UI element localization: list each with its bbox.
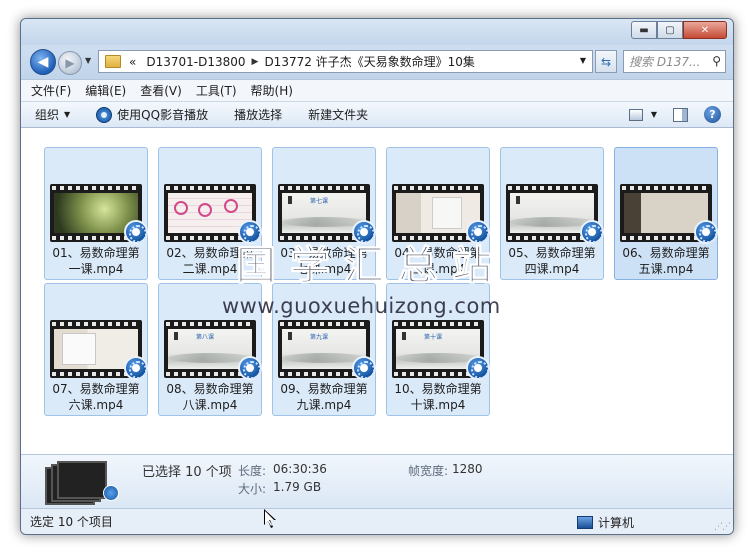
qq-video-badge-icon (124, 220, 148, 244)
menu-tools[interactable]: 工具(T) (196, 82, 237, 99)
play-selection-label: 播放选择 (234, 108, 283, 122)
title-bar[interactable]: ▬ ▢ ✕ (21, 19, 733, 45)
change-view-button[interactable]: ▼ (628, 108, 657, 121)
view-icon (628, 108, 643, 121)
refresh-button[interactable]: ⇆ (595, 50, 617, 73)
status-selection-text: 选定 10 个项目 (30, 515, 113, 529)
play-with-label: 使用QQ影音播放 (117, 108, 209, 122)
file-tile[interactable]: 06、易数命理第五课.mp4 (614, 147, 718, 280)
new-folder-button[interactable]: 新建文件夹 (308, 106, 368, 123)
selected-count: 已选择 10 个项 (142, 465, 232, 480)
qq-video-badge-icon (466, 356, 490, 380)
file-tile[interactable]: 07、易数命理第六课.mp4 (44, 283, 148, 416)
command-bar: 组织 ▼ 使用QQ影音播放 播放选择 新建文件夹 ▼ ? (21, 101, 733, 128)
chevron-down-icon: ▼ (650, 110, 657, 119)
play-with-qq-button[interactable]: 使用QQ影音播放 (96, 106, 208, 123)
size-value: 1.79 GB (273, 480, 322, 494)
watermark-title: 国学汇总站 (236, 243, 506, 290)
length-label: 长度: (238, 464, 267, 478)
frame-width-value: 1280 (452, 462, 483, 476)
minimize-button[interactable]: ▬ (631, 21, 657, 39)
qq-player-icon (96, 106, 113, 123)
size-label: 大小: (238, 482, 267, 496)
qq-video-badge-icon (352, 356, 376, 380)
folder-icon (105, 55, 121, 68)
play-selection-button[interactable]: 播放选择 (234, 106, 282, 123)
toolbar-right-group: ▼ ? (628, 106, 721, 123)
menu-edit[interactable]: 编辑(E) (85, 82, 126, 99)
status-location-label: 计算机 (598, 516, 635, 530)
address-bar[interactable]: « D13701-D13800 ▶ D13772 许子杰《天易象数命理》10集 … (98, 50, 593, 73)
file-name: 05、易数命理第四课.mp4 (508, 246, 596, 276)
menu-help[interactable]: 帮助(H) (251, 82, 293, 99)
resize-grip-icon[interactable]: ⋰⋰ (714, 522, 731, 532)
selection-stack-thumbnail (45, 461, 121, 505)
organize-label: 组织 (35, 108, 60, 122)
breadcrumb-item-1[interactable]: D13772 许子杰《天易象数命理》10集 (264, 53, 475, 70)
file-name: 01、易数命理第一课.mp4 (52, 246, 140, 276)
search-input[interactable]: 搜索 D137... ⚲ (623, 50, 726, 73)
details-pane: 已选择 10 个项 长度: 06:30:36 大小: 1.79 GB 帧宽度: … (21, 454, 733, 508)
breadcrumb-arrow-icon[interactable]: ▶ (252, 57, 259, 67)
file-name: 08、易数命理第八课.mp4 (166, 382, 254, 412)
breadcrumb-item-0[interactable]: D13701-D13800 (146, 55, 245, 69)
help-icon[interactable]: ? (704, 106, 721, 123)
length-value: 06:30:36 (273, 462, 327, 476)
qq-video-badge-icon (238, 356, 262, 380)
status-location: 计算机 (577, 514, 634, 531)
organize-button[interactable]: 组织 ▼ (35, 106, 70, 123)
file-name: 10、易数命理第十课.mp4 (394, 382, 482, 412)
frame-width-label: 帧宽度: (408, 464, 449, 478)
watermark-url: www.guoxuehuizong.com (222, 294, 501, 318)
back-button[interactable]: ◀ (30, 49, 56, 75)
chevron-down-icon: ▼ (64, 110, 71, 119)
file-name: 09、易数命理第九课.mp4 (280, 382, 368, 412)
qq-video-badge-icon (694, 220, 718, 244)
search-icon[interactable]: ⚲ (712, 54, 721, 68)
file-tile[interactable]: 05、易数命理第四课.mp4 (500, 147, 604, 280)
file-list[interactable]: 01、易数命理第一课.mp4 02、易数命理第二课.mp4 第七课 03、易数命… (21, 128, 733, 454)
recent-pages-dropdown[interactable]: ▼ (85, 56, 91, 65)
file-name: 07、易数命理第六课.mp4 (52, 382, 140, 412)
file-tile[interactable]: 01、易数命理第一课.mp4 (44, 147, 148, 280)
search-placeholder: 搜索 D137... (629, 55, 701, 69)
maximize-button[interactable]: ▢ (657, 21, 683, 39)
new-folder-label: 新建文件夹 (308, 108, 369, 122)
menu-bar: 文件(F) 编辑(E) 查看(V) 工具(T) 帮助(H) (21, 79, 733, 101)
computer-icon (577, 516, 593, 529)
address-row: ◀ ▶ ▼ « D13701-D13800 ▶ D13772 许子杰《天易象数命… (21, 45, 733, 79)
qq-video-badge-icon (103, 485, 119, 501)
status-bar: 选定 10 个项目 计算机 ⋰⋰ (21, 508, 733, 534)
breadcrumb-overflow-chevron[interactable]: « (129, 55, 136, 69)
menu-view[interactable]: 查看(V) (140, 82, 182, 99)
window-controls: ▬ ▢ ✕ (631, 21, 727, 39)
close-button[interactable]: ✕ (683, 21, 727, 39)
preview-pane-icon[interactable] (673, 107, 688, 122)
menu-file[interactable]: 文件(F) (31, 82, 71, 99)
qq-video-badge-icon (580, 220, 604, 244)
qq-video-badge-icon (124, 356, 148, 380)
file-name: 06、易数命理第五课.mp4 (622, 246, 710, 276)
address-dropdown-icon[interactable]: ▼ (580, 56, 586, 65)
forward-button[interactable]: ▶ (58, 51, 82, 75)
